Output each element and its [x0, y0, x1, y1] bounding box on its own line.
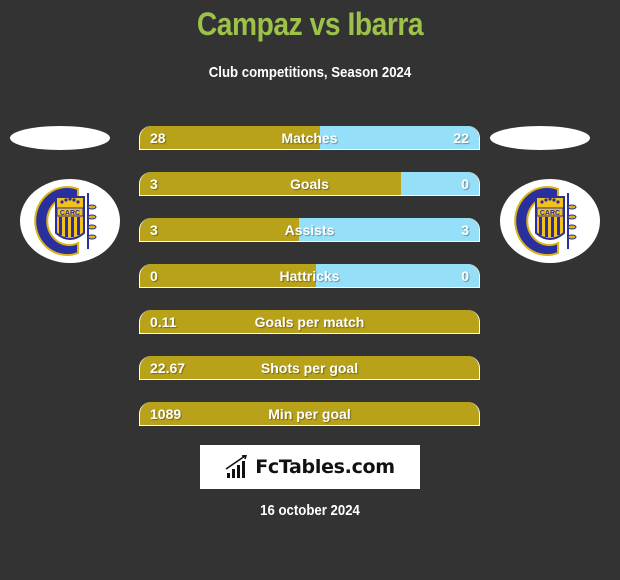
stat-label: Matches [281, 130, 338, 146]
bar-chart-icon [225, 455, 248, 478]
stat-row-hattricks: Hattricks 0 0 [139, 264, 480, 288]
fctables-brand-link[interactable]: FcTables.com [200, 445, 420, 489]
stat-row-goals: Goals 3 0 [139, 172, 480, 196]
right-value: 0 [461, 268, 469, 284]
stat-row-goals-per-match: Goals per match 0.11 [139, 310, 480, 334]
left-value: 0 [150, 268, 158, 284]
stat-label: Min per goal [268, 406, 351, 422]
stat-label: Goals [290, 176, 329, 192]
stat-row-assists: Assists 3 3 [139, 218, 480, 242]
right-value: 22 [453, 130, 469, 146]
left-player-placeholder [10, 126, 110, 150]
left-value: 3 [150, 222, 158, 238]
stat-row-matches: Matches 28 22 [139, 126, 480, 150]
stat-label: Hattricks [279, 268, 340, 284]
stat-row-min-per-goal: Min per goal 1089 [139, 402, 480, 426]
brand-name: FcTables.com [255, 456, 395, 478]
left-value: 22.67 [150, 360, 186, 376]
rosario-central-crest-icon: CARC [514, 186, 577, 256]
left-team-logo: CARC [20, 179, 120, 263]
report-date: 16 october 2024 [260, 502, 360, 519]
left-value: 1089 [150, 406, 182, 422]
right-value: 3 [461, 222, 469, 238]
page-title: Campaz vs Ibarra [196, 6, 424, 42]
page-subtitle: Club competitions, Season 2024 [208, 64, 412, 81]
rosario-central-crest-icon: CARC [34, 186, 97, 256]
svg-text:CARC: CARC [60, 210, 80, 217]
right-player-placeholder [490, 126, 590, 150]
stat-label: Shots per goal [260, 360, 359, 376]
left-value: 28 [150, 130, 166, 146]
right-team-logo: CARC [500, 179, 600, 263]
right-value: 0 [461, 176, 469, 192]
left-value: 3 [150, 176, 158, 192]
svg-text:CARC: CARC [540, 210, 560, 217]
stat-label: Goals per match [254, 314, 365, 330]
left-value: 0.11 [150, 314, 177, 330]
stat-row-shots-per-goal: Shots per goal 22.67 [139, 356, 480, 380]
stat-label: Assists [284, 222, 335, 238]
